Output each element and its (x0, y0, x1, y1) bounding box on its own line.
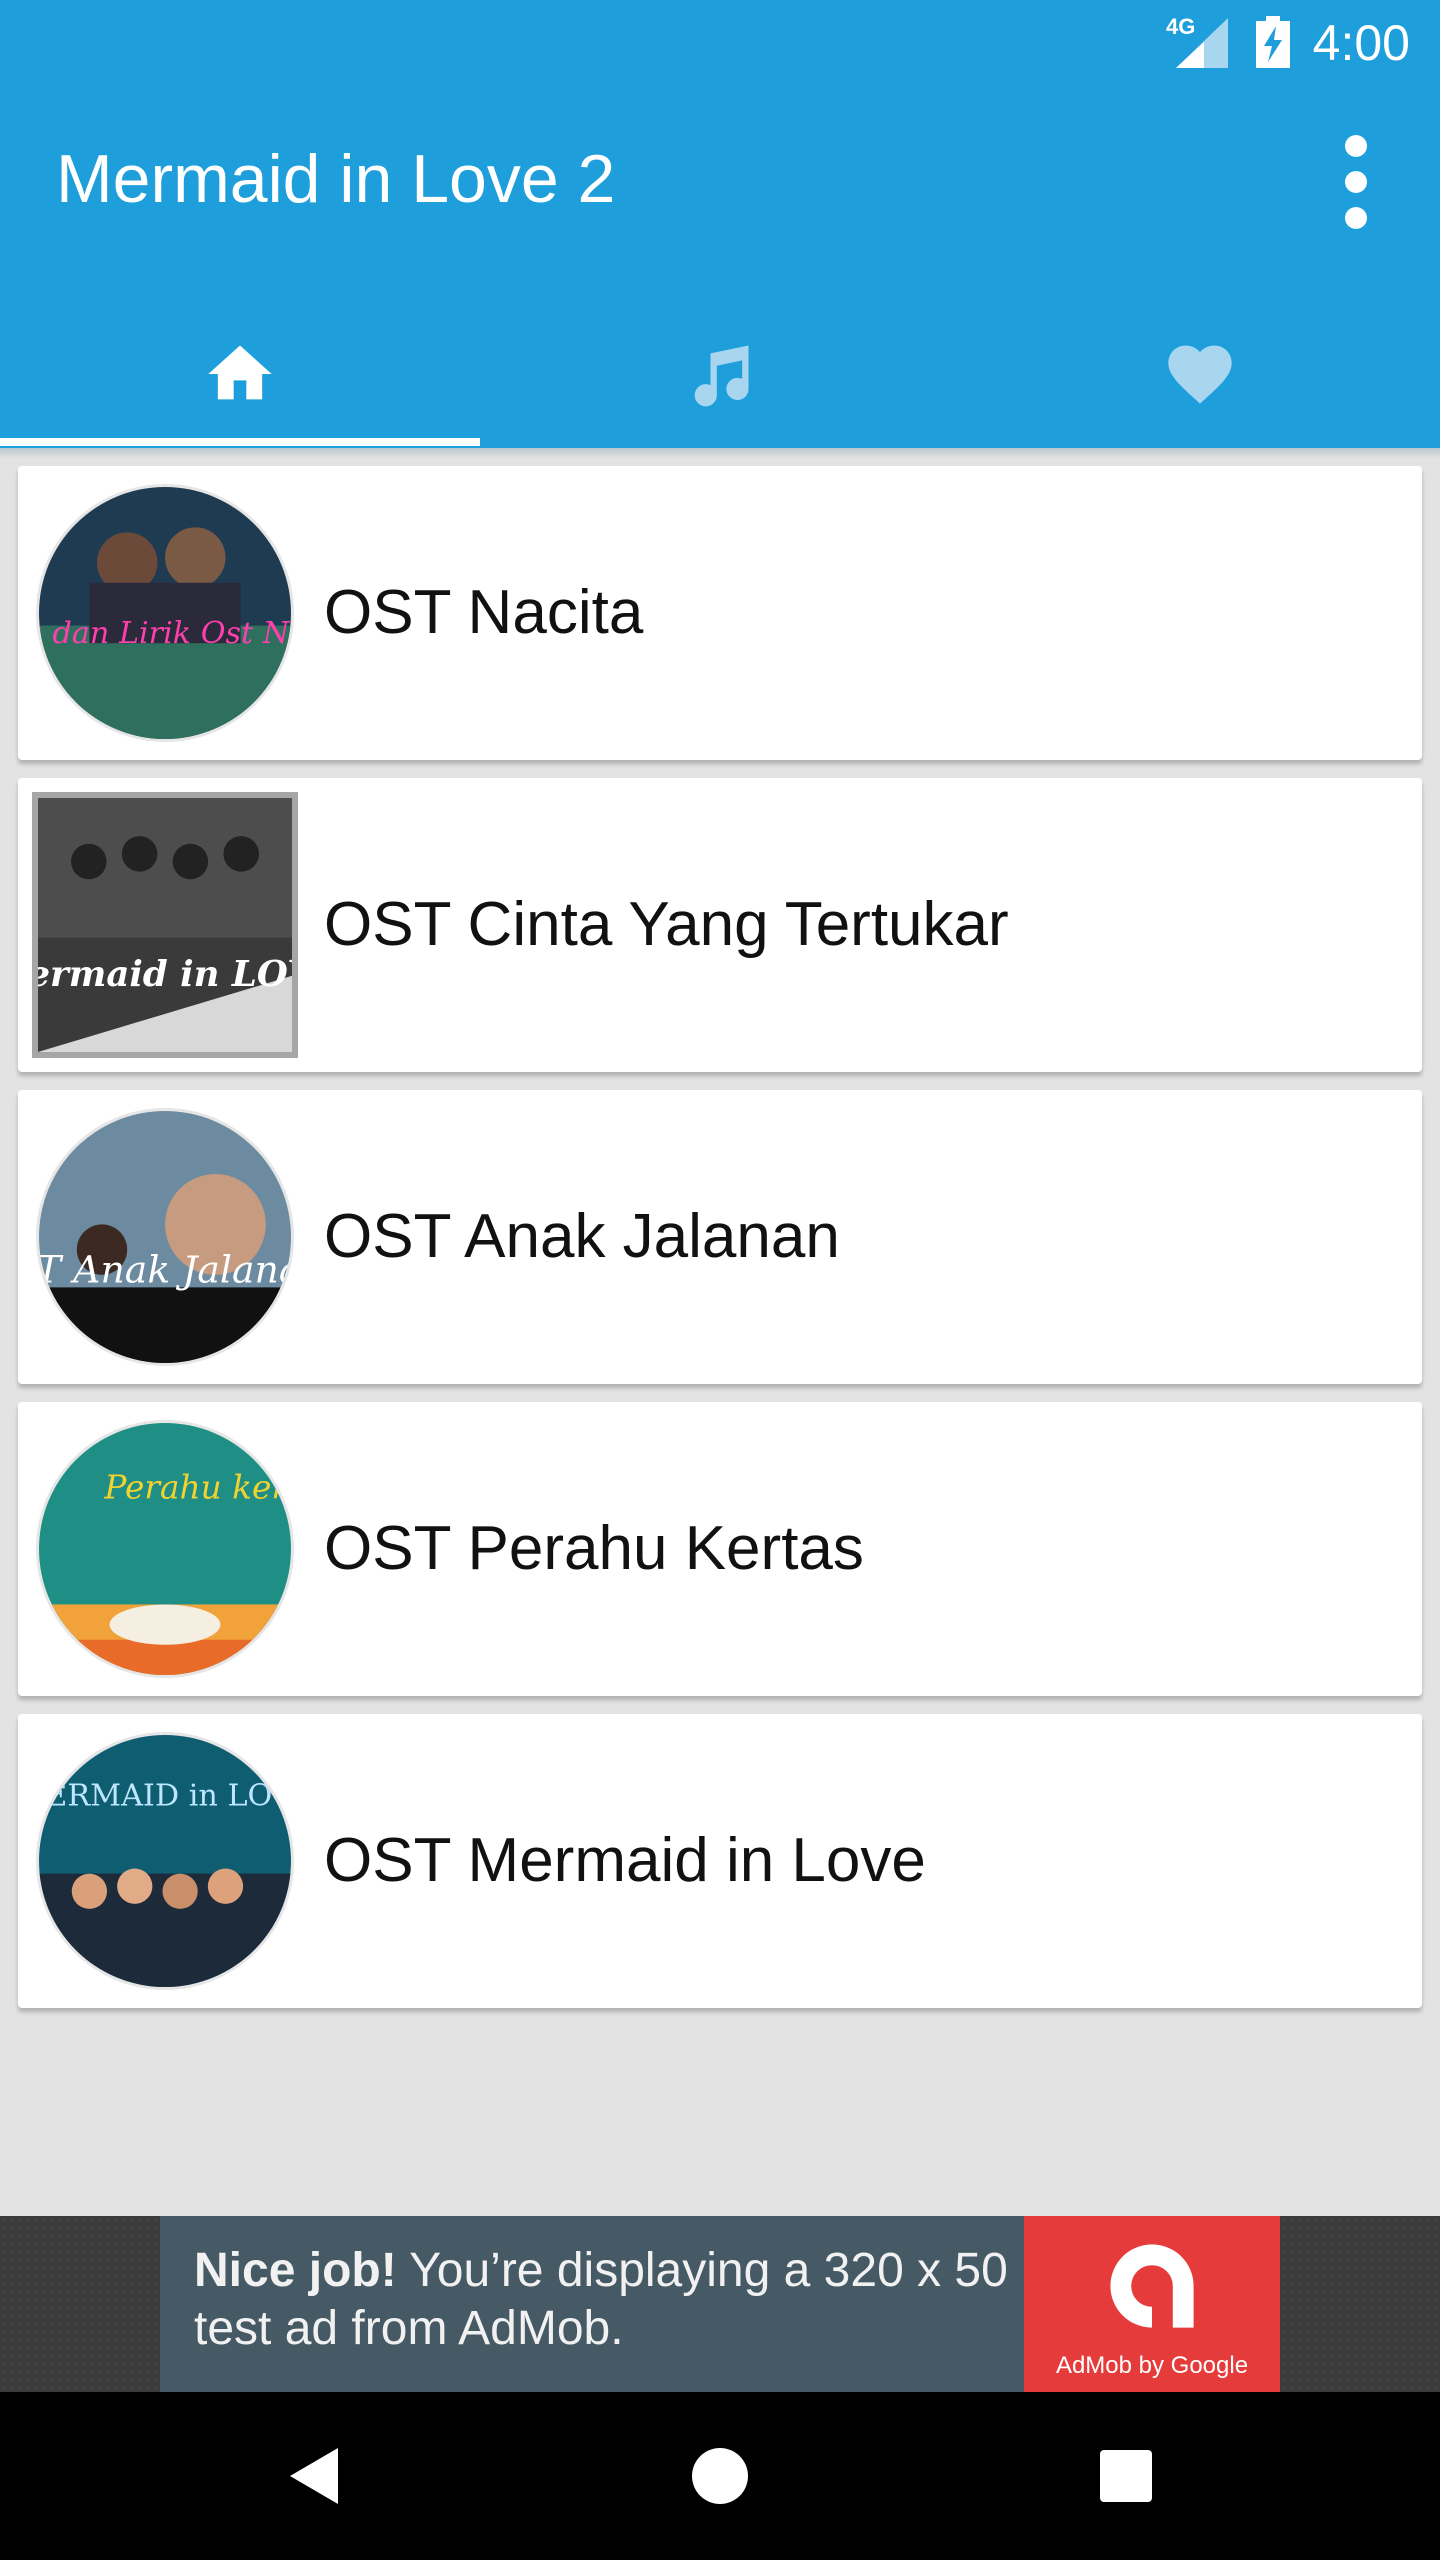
back-triangle-icon (290, 2448, 338, 2504)
nav-recents-button[interactable] (1086, 2436, 1166, 2516)
status-bar: 4G 4:00 (0, 0, 1440, 84)
ost-thumbnail: Mermaid in LOVE (32, 792, 298, 1058)
admob-logo-text: AdMob by Google (1055, 2352, 1249, 2379)
list-item[interactable]: Lagu dan Lirik Ost Nacita OST Nacita (18, 466, 1422, 760)
nav-back-button[interactable] (276, 2436, 356, 2516)
app-bar: 4G 4:00 Mermaid in Love 2 (0, 0, 1440, 448)
admob-logo: AdMob by Google (1024, 2216, 1280, 2392)
thumbnail-image: Mermaid in LOVE (38, 798, 292, 1052)
ost-thumbnail: OST Anak Jalanan (36, 1108, 294, 1366)
list-item-label: OST Nacita (324, 578, 644, 647)
thumbnail-image: Perahu kertas (39, 1423, 291, 1675)
thumbnail-image: MERMAID in LOVE (39, 1735, 291, 1987)
app-title: Mermaid in Love 2 (56, 141, 616, 217)
recents-square-icon (1100, 2450, 1152, 2502)
tab-music[interactable] (480, 300, 960, 448)
admob-test-ad[interactable]: Nice job! You’re displaying a 320 x 50 t… (160, 2216, 1280, 2392)
tab-home[interactable] (0, 300, 480, 448)
cell-signal-icon (1176, 18, 1228, 68)
nav-home-button[interactable] (680, 2436, 760, 2516)
overflow-menu-icon[interactable] (1326, 132, 1386, 232)
app-bar-shadow (0, 448, 1440, 458)
list-item[interactable]: Perahu kertas OST Perahu Kertas (18, 1402, 1422, 1696)
battery-charging-icon (1256, 16, 1290, 68)
thumbnail-caption: Mermaid in LOVE (38, 954, 292, 995)
thumbnail-caption: OST Anak Jalanan (39, 1247, 291, 1291)
tab-bar (0, 300, 1440, 448)
tab-favorites[interactable] (960, 300, 1440, 448)
home-circle-icon (692, 2448, 748, 2504)
ost-thumbnail: Perahu kertas (36, 1420, 294, 1678)
selected-tab-indicator (0, 438, 480, 446)
status-time: 4:00 (1312, 15, 1410, 71)
list-item-label: OST Anak Jalanan (324, 1202, 840, 1271)
list-item[interactable]: MERMAID in LOVE OST Mermaid in Love (18, 1714, 1422, 2008)
thumbnail-image: Lagu dan Lirik Ost Nacita (39, 487, 291, 739)
list-item-label: OST Perahu Kertas (324, 1514, 864, 1583)
home-icon (208, 345, 272, 400)
thumbnail-caption: Perahu kertas (103, 1469, 291, 1507)
system-nav-bar (0, 2392, 1440, 2560)
list-item-label: OST Mermaid in Love (324, 1826, 926, 1895)
ost-thumbnail: MERMAID in LOVE (36, 1732, 294, 1990)
thumbnail-caption: Lagu dan Lirik Ost Nacita (39, 616, 291, 651)
ad-banner-container: Nice job! You’re displaying a 320 x 50 t… (0, 2216, 1440, 2392)
list-item-label: OST Cinta Yang Tertukar (324, 890, 1009, 959)
ost-thumbnail: Lagu dan Lirik Ost Nacita (36, 484, 294, 742)
list-item[interactable]: OST Anak Jalanan OST Anak Jalanan (18, 1090, 1422, 1384)
list-item[interactable]: Mermaid in LOVE OST Cinta Yang Tertukar (18, 778, 1422, 1072)
music-note-icon (694, 345, 749, 407)
thumbnail-image: OST Anak Jalanan (39, 1111, 291, 1363)
thumbnail-caption: MERMAID in LOVE (39, 1779, 291, 1814)
admob-logo-icon (1110, 2244, 1194, 2328)
heart-icon (1168, 345, 1232, 404)
ad-headline: Nice job! (194, 2244, 397, 2297)
ad-text: Nice job! You’re displaying a 320 x 50 t… (194, 2242, 1014, 2358)
